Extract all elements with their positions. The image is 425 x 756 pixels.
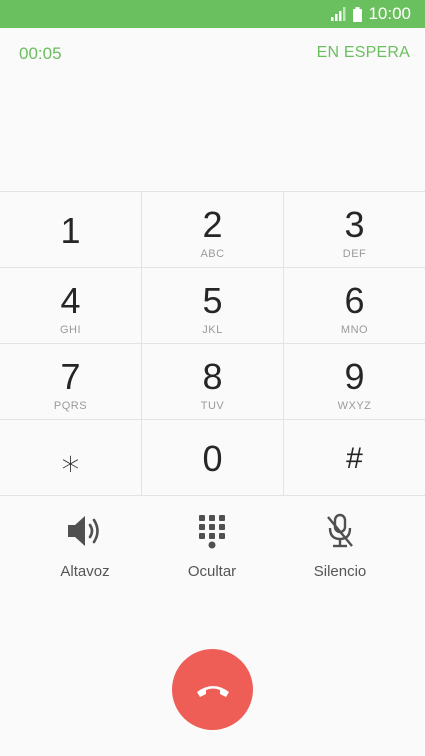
- call-header: 00:05 EN ESPERA: [0, 28, 425, 80]
- key-star[interactable]: ⁎: [0, 420, 142, 495]
- key-letters: DEF: [342, 248, 367, 260]
- dialpad: 1 2 ABC 3 DEF 4 GHI 5 JKL 6 MNO 7 PQRS 8: [0, 191, 425, 496]
- battery-icon: [353, 6, 363, 22]
- dialpad-row: ⁎ 0 #: [0, 420, 425, 496]
- status-time: 10:00: [368, 4, 411, 23]
- key-letters: PQRS: [53, 400, 88, 412]
- call-actions: Altavoz Ocultar Silencio: [0, 505, 425, 595]
- hide-keypad-label: Ocultar: [187, 563, 237, 580]
- key-2[interactable]: 2 ABC: [142, 192, 284, 267]
- key-digit: #: [346, 442, 363, 475]
- key-digit: 8: [202, 356, 223, 397]
- call-timer: 00:05: [19, 44, 62, 63]
- key-6[interactable]: 6 MNO: [284, 268, 425, 343]
- key-hash[interactable]: #: [284, 420, 425, 495]
- key-digit: 5: [202, 280, 223, 321]
- key-digit: 6: [344, 280, 365, 321]
- key-letters: MNO: [340, 324, 369, 336]
- key-7[interactable]: 7 PQRS: [0, 344, 142, 419]
- key-8[interactable]: 8 TUV: [142, 344, 284, 419]
- dialpad-row: 4 GHI 5 JKL 6 MNO: [0, 268, 425, 344]
- dialpad-row: 1 2 ABC 3 DEF: [0, 192, 425, 268]
- key-4[interactable]: 4 GHI: [0, 268, 142, 343]
- key-9[interactable]: 9 WXYZ: [284, 344, 425, 419]
- key-5[interactable]: 5 JKL: [142, 268, 284, 343]
- key-digit: 3: [344, 204, 365, 245]
- key-digit: 9: [344, 356, 365, 397]
- mute-label: Silencio: [313, 563, 367, 580]
- key-letters: TUV: [200, 400, 225, 412]
- dialpad-row: 7 PQRS 8 TUV 9 WXYZ: [0, 344, 425, 420]
- key-digit: 4: [60, 280, 81, 321]
- key-digit: 0: [202, 438, 223, 479]
- mute-button[interactable]: Silencio: [269, 505, 411, 595]
- hide-keypad-button[interactable]: Ocultar: [141, 505, 283, 595]
- key-digit: 7: [60, 356, 81, 397]
- key-digit: ⁎: [61, 438, 80, 479]
- hold-button[interactable]: EN ESPERA: [317, 44, 410, 62]
- key-3[interactable]: 3 DEF: [284, 192, 425, 267]
- key-letters: JKL: [202, 324, 223, 336]
- status-bar: 10:00: [0, 0, 425, 28]
- status-icons: 10:00: [331, 4, 411, 24]
- key-letters: GHI: [59, 324, 82, 336]
- key-1[interactable]: 1: [0, 192, 142, 267]
- mic-off-icon: [320, 511, 360, 551]
- signal-icon: [331, 7, 346, 21]
- end-call-button[interactable]: [172, 649, 253, 730]
- speaker-label: Altavoz: [60, 563, 110, 580]
- speaker-icon: [65, 511, 105, 551]
- dialpad-icon: [192, 511, 232, 551]
- key-letters: ABC: [200, 248, 225, 260]
- phone-hangup-icon: [196, 685, 229, 697]
- key-digit: 1: [60, 210, 81, 251]
- key-0[interactable]: 0: [142, 420, 284, 495]
- key-letters: WXYZ: [337, 400, 372, 412]
- key-digit: 2: [202, 204, 223, 245]
- speaker-button[interactable]: Altavoz: [14, 505, 156, 595]
